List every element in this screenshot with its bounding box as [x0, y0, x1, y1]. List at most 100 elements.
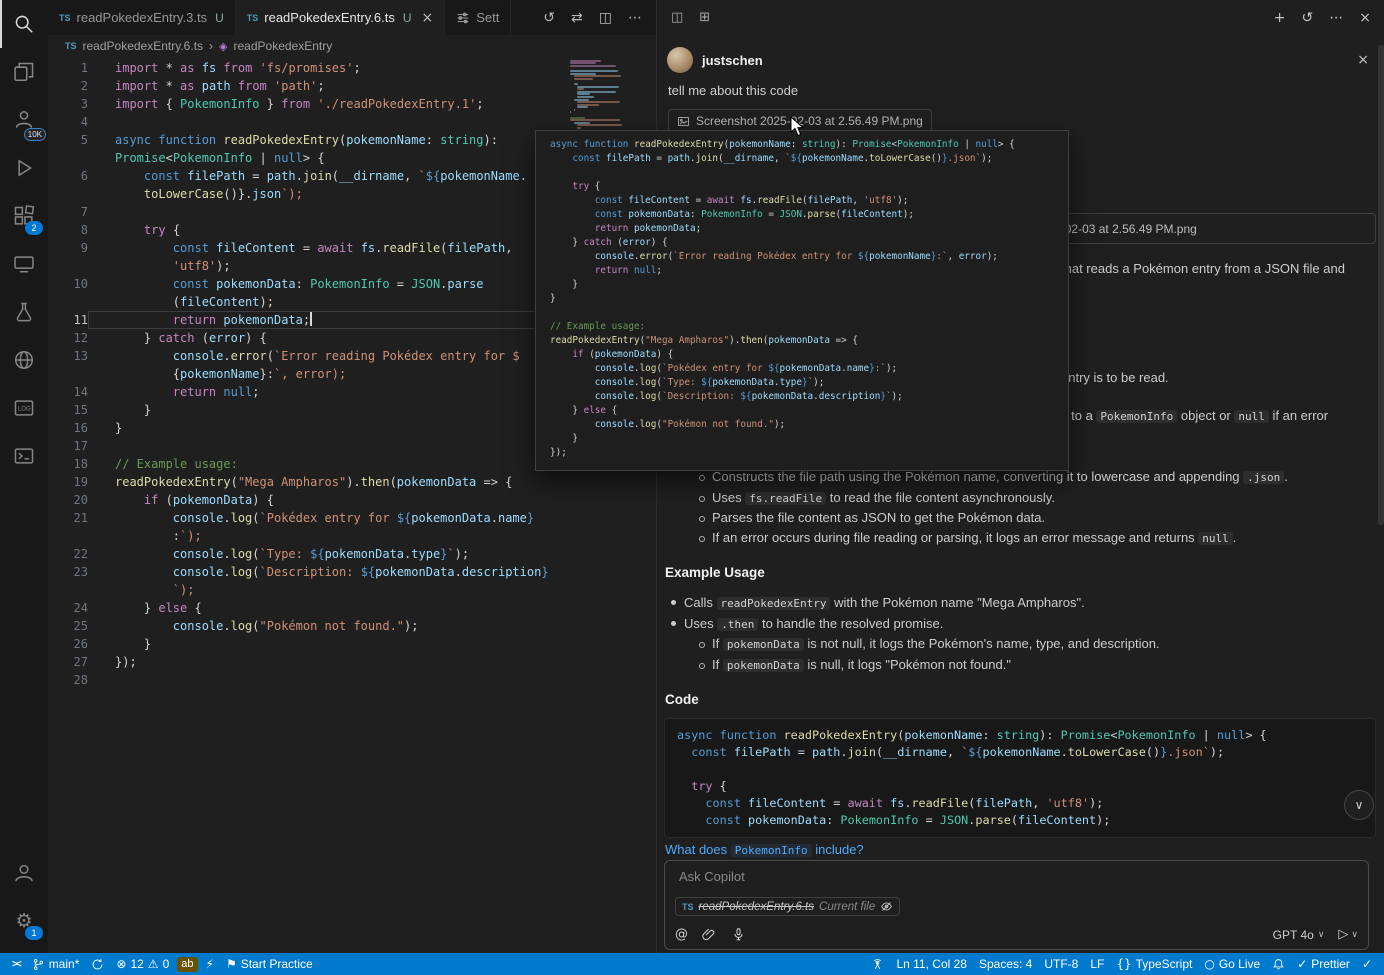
- code-token: ):: [836, 139, 853, 150]
- editor-row[interactable]: 1import * as fs from 'fs/promises';: [48, 59, 656, 77]
- code-token: ,: [774, 153, 785, 164]
- chat-history-icon[interactable]: ↺: [1302, 10, 1314, 26]
- editor-row[interactable]: 21 console.log(`Pokédex entry for ${poke…: [48, 509, 656, 527]
- browser-globe-icon[interactable]: [0, 336, 48, 384]
- close-panel-icon[interactable]: ×: [1359, 10, 1371, 26]
- indentation-item[interactable]: Spaces: 4: [973, 953, 1038, 975]
- search-icon[interactable]: [0, 0, 48, 48]
- problems-item[interactable]: ⊗ 12 ⚠ 0: [110, 953, 175, 975]
- model-picker[interactable]: GPT 4o ∨: [1273, 928, 1325, 942]
- inline-code-chip: .json: [1243, 471, 1284, 484]
- start-practice-item[interactable]: ⚑ Start Practice: [220, 953, 319, 975]
- editor-row[interactable]: 27});: [48, 653, 656, 671]
- editor-row[interactable]: 4: [48, 113, 656, 131]
- go-live-item[interactable]: ○ Go Live: [1198, 953, 1266, 975]
- code-token: }: [550, 293, 556, 304]
- line-number: 27: [48, 653, 88, 671]
- eye-off-icon[interactable]: [880, 900, 893, 913]
- lightning-item[interactable]: ⚡: [200, 953, 220, 975]
- prettier-item[interactable]: ✓ Prettier: [1291, 953, 1356, 975]
- testing-flask-icon[interactable]: [0, 288, 48, 336]
- timeline-history-icon[interactable]: ↺: [543, 10, 555, 26]
- extensions-icon[interactable]: 2: [0, 192, 48, 240]
- split-editor-icon[interactable]: ◫: [599, 10, 612, 26]
- code-token: "Mega Ampharos": [645, 335, 729, 346]
- sync-item[interactable]: [85, 953, 110, 975]
- send-icon: ▷: [1338, 927, 1348, 942]
- editor-row[interactable]: 19readPokedexEntry("Mega Ampharos").then…: [48, 473, 656, 491]
- tab-readpokedexentry-3[interactable]: TS readPokedexEntry.3.ts U: [48, 0, 236, 35]
- git-branch-item[interactable]: main*: [26, 953, 86, 975]
- language-item[interactable]: {} TypeScript: [1110, 953, 1198, 975]
- line-number: 28: [48, 671, 88, 689]
- chat-input-box[interactable]: TS readPokedexEntry.6.ts Current file @ …: [664, 860, 1369, 950]
- editor-row[interactable]: 23 console.log(`Description: ${pokemonDa…: [48, 563, 656, 581]
- chevron-down-icon: ∨: [1318, 930, 1325, 940]
- output-log-icon[interactable]: LOG: [0, 384, 48, 432]
- panel-layout-icon[interactable]: ⊞: [699, 10, 710, 25]
- run-debug-icon[interactable]: [0, 144, 48, 192]
- scroll-down-button[interactable]: ∨: [1344, 790, 1374, 820]
- context-file-chip[interactable]: TS readPokedexEntry.6.ts Current file: [675, 897, 900, 916]
- breadcrumb-symbol[interactable]: readPokedexEntry: [234, 39, 333, 53]
- new-chat-icon[interactable]: +: [1274, 10, 1286, 26]
- close-tab-icon[interactable]: ×: [422, 10, 434, 26]
- code-token: [550, 265, 595, 276]
- preview-code-line: const filePath = path.join(__dirname, `$…: [550, 152, 1068, 166]
- editor-row[interactable]: 28: [48, 671, 656, 689]
- editor-row[interactable]: 22 console.log(`Type: ${pokemonData.type…: [48, 545, 656, 563]
- chat-input[interactable]: [677, 868, 1081, 885]
- chat-more-icon[interactable]: ⋯: [1329, 10, 1343, 26]
- editor-row[interactable]: 26 }: [48, 635, 656, 653]
- encoding-item[interactable]: UTF-8: [1038, 953, 1084, 975]
- settings-gear-icon[interactable]: ⚙ 1: [0, 897, 48, 945]
- ports-item[interactable]: [865, 953, 890, 975]
- chat-code-block[interactable]: async function readPokedexEntry(pokemonN…: [664, 718, 1376, 838]
- mic-icon[interactable]: [731, 927, 746, 942]
- editor-row[interactable]: 2import * as path from 'path';: [48, 77, 656, 95]
- editor-row[interactable]: 20 if (pokemonData) {: [48, 491, 656, 509]
- code-token: (): [931, 153, 942, 164]
- code-token: :: [426, 133, 440, 147]
- feedback-item[interactable]: ✓: [1356, 953, 1378, 975]
- code-token: __dirname: [339, 169, 404, 183]
- editor-row[interactable]: `);: [48, 581, 656, 599]
- code-token: filePath: [447, 241, 505, 255]
- code-token: PokemonInfo: [1117, 728, 1195, 742]
- notifications-item[interactable]: [1266, 953, 1291, 975]
- broadcast-circle-icon: ○: [1204, 957, 1214, 971]
- editor-row[interactable]: :`);: [48, 527, 656, 545]
- more-actions-icon[interactable]: ⋯: [628, 10, 642, 26]
- dismiss-message-icon[interactable]: ×: [1357, 52, 1369, 68]
- remote-indicator[interactable]: ><: [6, 953, 26, 975]
- cursor-position-item[interactable]: Ln 11, Col 28: [890, 953, 973, 975]
- editor-row[interactable]: 25 console.log("Pokémon not found.");: [48, 617, 656, 635]
- explorer-copy-icon[interactable]: [0, 48, 48, 96]
- accounts-icon[interactable]: [0, 849, 48, 897]
- ab-badge[interactable]: ab: [177, 957, 197, 972]
- code-token: =: [791, 745, 812, 759]
- editor-row[interactable]: 3import { PokemonInfo } from './readPoke…: [48, 95, 656, 113]
- code-token: ${: [701, 377, 712, 388]
- people-icon[interactable]: 10K: [0, 96, 48, 144]
- code-token: const: [173, 277, 209, 291]
- tab-readpokedexentry-6[interactable]: TS readPokedexEntry.6.ts U ×: [236, 0, 445, 35]
- open-session-editor-icon[interactable]: ◫: [671, 10, 683, 25]
- code-token: const: [595, 195, 623, 206]
- editor-row[interactable]: 24 } else {: [48, 599, 656, 617]
- breadcrumb-file[interactable]: readPokedexEntry.6.ts: [83, 39, 204, 53]
- eol-item[interactable]: LF: [1084, 953, 1110, 975]
- chat-scrollbar[interactable]: [1378, 45, 1384, 525]
- send-button[interactable]: ▷ ∨: [1338, 927, 1358, 942]
- tab-settings[interactable]: Sett: [445, 0, 511, 35]
- terminal-box-icon[interactable]: [0, 432, 48, 480]
- attach-paperclip-icon[interactable]: [702, 927, 717, 942]
- bullet-marker: [699, 536, 705, 542]
- code-token: pokemonData: [712, 377, 774, 388]
- code-token: [550, 223, 595, 234]
- mention-icon[interactable]: @: [675, 927, 688, 942]
- code-token: [550, 391, 595, 402]
- compare-changes-icon[interactable]: ⇄: [571, 10, 583, 26]
- followup-suggestion[interactable]: What does PokemonInfo include?: [665, 842, 1384, 860]
- remote-explorer-icon[interactable]: [0, 240, 48, 288]
